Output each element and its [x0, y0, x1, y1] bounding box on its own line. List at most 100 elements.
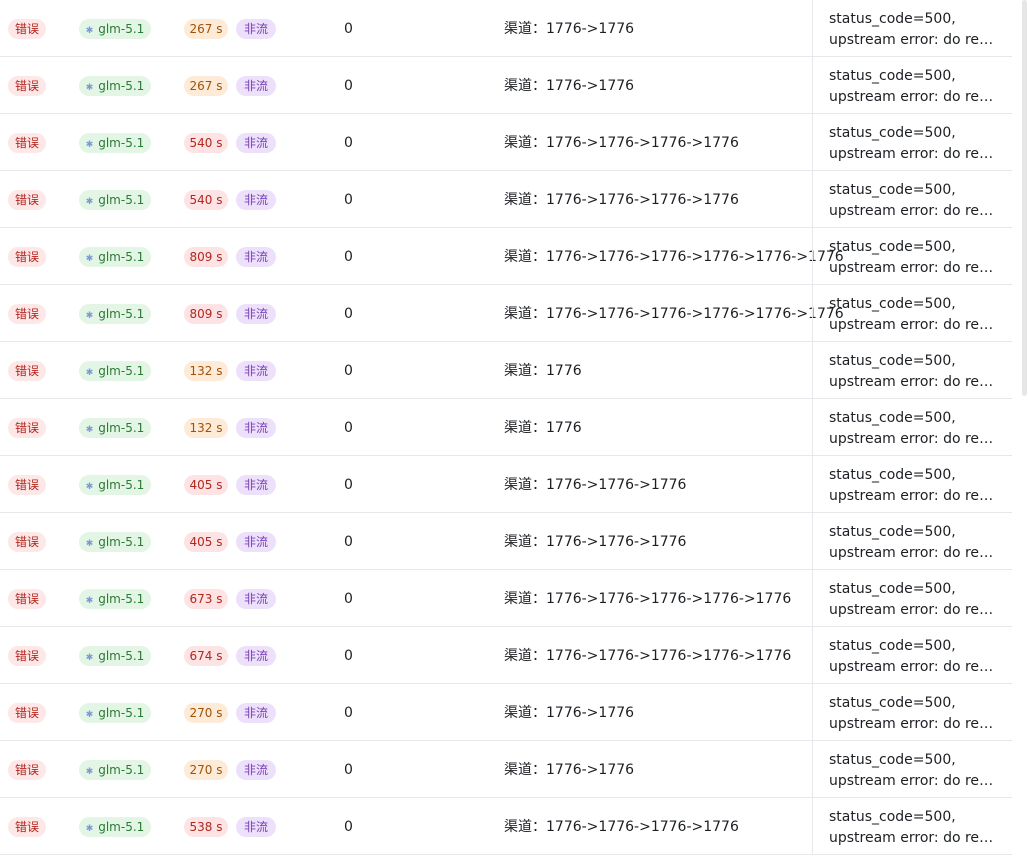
duration-badge: 132 s	[184, 361, 228, 381]
error-message[interactable]: status_code=500, upstream error: do reque…	[829, 693, 997, 735]
error-message[interactable]: status_code=500, upstream error: do reque…	[829, 465, 997, 507]
table-row[interactable]: 错误 ✱ glm-5.1 132 s 非流 0 渠道：1776 status_code=500…	[0, 399, 1012, 456]
model-logo-icon: ✱	[85, 254, 94, 264]
status-badge: 错误	[8, 817, 46, 837]
model-logo-icon: ✱	[85, 824, 94, 834]
error-message[interactable]: status_code=500, upstream error: do reque…	[829, 123, 997, 165]
error-message[interactable]: status_code=500, upstream error: do reque…	[829, 294, 997, 336]
status-badge: 错误	[8, 760, 46, 780]
status-badge: 错误	[8, 475, 46, 495]
error-status-line: status_code=500,	[829, 182, 956, 198]
cost-value: 0	[344, 762, 353, 778]
error-detail-line: upstream error: do request failed	[829, 260, 997, 276]
channel-route: 渠道：1776->1776	[504, 762, 635, 778]
status-badge: 错误	[8, 190, 46, 210]
cost-value: 0	[344, 135, 353, 151]
channel-route: 渠道：1776	[504, 363, 582, 379]
table-row[interactable]: 错误 ✱ glm-5.1 674 s 非流 0 渠道：1776->1776->1776->1…	[0, 627, 1012, 684]
error-detail-line: upstream error: do request failed	[829, 545, 997, 561]
error-message[interactable]: status_code=500, upstream error: do reque…	[829, 408, 997, 450]
duration-badge: 270 s	[184, 703, 228, 723]
model-name: glm-5.1	[98, 136, 145, 150]
column-divider	[812, 798, 813, 855]
error-message[interactable]: status_code=500, upstream error: do reque…	[829, 522, 997, 564]
error-message[interactable]: status_code=500, upstream error: do reque…	[829, 180, 997, 222]
channel-route: 渠道：1776	[504, 420, 582, 436]
table-row[interactable]: 错误 ✱ glm-5.1 267 s 非流 0 渠道：1776->1776 status_co…	[0, 57, 1012, 114]
table-row[interactable]: 错误 ✱ glm-5.1 540 s 非流 0 渠道：1776->1776->1776->1…	[0, 114, 1012, 171]
error-status-line: status_code=500,	[829, 581, 956, 597]
error-message[interactable]: status_code=500, upstream error: do reque…	[829, 351, 997, 393]
error-message[interactable]: status_code=500, upstream error: do reque…	[829, 66, 997, 108]
table-row[interactable]: 错误 ✱ glm-5.1 809 s 非流 0 渠道：1776->1776->1776->1…	[0, 228, 1012, 285]
channel-route: 渠道：1776->1776->1776->1776	[504, 135, 739, 151]
error-detail-line: upstream error: do request failed	[829, 716, 997, 732]
model-badge: ✱ glm-5.1	[79, 76, 151, 96]
stream-type-badge: 非流	[236, 247, 276, 267]
duration-badge: 540 s	[184, 190, 228, 210]
duration-badge: 538 s	[184, 817, 228, 837]
error-status-line: status_code=500,	[829, 809, 956, 825]
vertical-scrollbar[interactable]	[1022, 0, 1027, 396]
table-row[interactable]: 错误 ✱ glm-5.1 673 s 非流 0 渠道：1776->1776->1776->1…	[0, 570, 1012, 627]
table-row[interactable]: 错误 ✱ glm-5.1 270 s 非流 0 渠道：1776->1776 status_co…	[0, 684, 1012, 741]
table-row[interactable]: 错误 ✱ glm-5.1 405 s 非流 0 渠道：1776->1776->1776 sta…	[0, 456, 1012, 513]
table-row[interactable]: 错误 ✱ glm-5.1 538 s 非流 0 渠道：1776->1776->1776->1…	[0, 798, 1012, 855]
model-badge: ✱ glm-5.1	[79, 646, 151, 666]
table-row[interactable]: 错误 ✱ glm-5.1 405 s 非流 0 渠道：1776->1776->1776 sta…	[0, 513, 1012, 570]
duration-badge: 540 s	[184, 133, 228, 153]
error-detail-line: upstream error: do request failed	[829, 146, 997, 162]
column-divider	[812, 741, 813, 798]
stream-type-badge: 非流	[236, 304, 276, 324]
column-divider	[812, 285, 813, 342]
stream-type-badge: 非流	[236, 133, 276, 153]
model-logo-icon: ✱	[85, 197, 94, 207]
model-logo-icon: ✱	[85, 26, 94, 36]
channel-route: 渠道：1776->1776->1776	[504, 477, 687, 493]
model-name: glm-5.1	[98, 79, 145, 93]
status-badge: 错误	[8, 247, 46, 267]
channel-route: 渠道：1776->1776->1776->1776->1776->1776	[504, 249, 844, 265]
table-row[interactable]: 错误 ✱ glm-5.1 132 s 非流 0 渠道：1776 status_code=500…	[0, 342, 1012, 399]
error-status-line: status_code=500,	[829, 752, 956, 768]
error-status-line: status_code=500,	[829, 125, 956, 141]
cost-value: 0	[344, 534, 353, 550]
model-logo-icon: ✱	[85, 368, 94, 378]
table-row[interactable]: 错误 ✱ glm-5.1 540 s 非流 0 渠道：1776->1776->1776->1…	[0, 171, 1012, 228]
stream-type-badge: 非流	[236, 76, 276, 96]
duration-badge: 809 s	[184, 304, 228, 324]
error-message[interactable]: status_code=500, upstream error: do reque…	[829, 807, 997, 849]
table-row[interactable]: 错误 ✱ glm-5.1 267 s 非流 0 渠道：1776->1776 status_co…	[0, 0, 1012, 57]
error-status-line: status_code=500,	[829, 410, 956, 426]
stream-type-badge: 非流	[236, 418, 276, 438]
model-logo-icon: ✱	[85, 140, 94, 150]
model-badge: ✱ glm-5.1	[79, 304, 151, 324]
channel-route: 渠道：1776->1776->1776->1776->1776->1776	[504, 306, 844, 322]
model-name: glm-5.1	[98, 763, 145, 777]
error-message[interactable]: status_code=500, upstream error: do reque…	[829, 9, 997, 51]
table-row[interactable]: 错误 ✱ glm-5.1 270 s 非流 0 渠道：1776->1776 status_co…	[0, 741, 1012, 798]
error-detail-line: upstream error: do request failed	[829, 773, 997, 789]
error-status-line: status_code=500,	[829, 11, 956, 27]
model-name: glm-5.1	[98, 706, 145, 720]
duration-badge: 809 s	[184, 247, 228, 267]
model-logo-icon: ✱	[85, 710, 94, 720]
model-badge: ✱ glm-5.1	[79, 418, 151, 438]
stream-type-badge: 非流	[236, 703, 276, 723]
error-detail-line: upstream error: do request failed	[829, 32, 997, 48]
cost-value: 0	[344, 591, 353, 607]
error-message[interactable]: status_code=500, upstream error: do reque…	[829, 750, 997, 792]
error-message[interactable]: status_code=500, upstream error: do reque…	[829, 579, 997, 621]
model-badge: ✱ glm-5.1	[79, 703, 151, 723]
stream-type-badge: 非流	[236, 817, 276, 837]
table-row[interactable]: 错误 ✱ glm-5.1 809 s 非流 0 渠道：1776->1776->1776->1…	[0, 285, 1012, 342]
stream-type-badge: 非流	[236, 760, 276, 780]
error-message[interactable]: status_code=500, upstream error: do reque…	[829, 636, 997, 678]
stream-type-badge: 非流	[236, 190, 276, 210]
error-status-line: status_code=500,	[829, 638, 956, 654]
column-divider	[812, 228, 813, 285]
duration-badge: 267 s	[184, 76, 228, 96]
error-message[interactable]: status_code=500, upstream error: do reque…	[829, 237, 997, 279]
cost-value: 0	[344, 648, 353, 664]
cost-value: 0	[344, 477, 353, 493]
